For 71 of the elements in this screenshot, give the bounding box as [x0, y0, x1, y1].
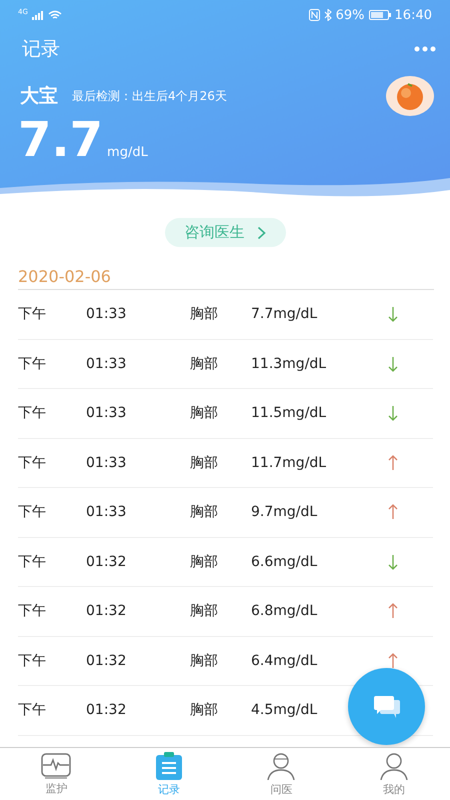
consult-doctor-button[interactable]: 咨询医生 — [164, 218, 286, 247]
reading-cell-text: 9.7mg/dL — [251, 504, 318, 520]
time-cell-text: 01:33 — [86, 504, 128, 520]
time-cell-text: 01:32 — [86, 603, 128, 620]
site-cell-text: 胸部 — [190, 454, 219, 472]
user-icon — [378, 752, 409, 780]
page-title: 记录 — [22, 37, 60, 62]
baby-name: 大宝 — [20, 84, 58, 109]
time-cell-text: 01:32 — [86, 554, 128, 570]
up-arrow-icon — [388, 603, 398, 620]
latest-value: 7.7 — [18, 116, 104, 164]
time-cell-text: 01:32 — [86, 702, 128, 718]
bluetooth-icon — [324, 9, 332, 21]
period-cell-text: 下午 — [18, 404, 47, 422]
period-cell-text: 下午 — [18, 652, 47, 670]
unit-label: mg/dL — [107, 145, 148, 162]
site-cell-text: 胸部 — [190, 552, 219, 571]
site-cell-text: 胸部 — [190, 602, 219, 620]
nfc-icon — [308, 9, 320, 21]
reading-cell-text: 11.3mg/dL — [251, 356, 328, 372]
last-check-text: 最后检测：出生后4个月26天 — [72, 88, 227, 104]
time-cell-text: 01:33 — [86, 405, 128, 422]
reading-cell-text: 7.7mg/dL — [251, 306, 318, 322]
reading-cell-text: 11.7mg/dL — [251, 454, 328, 471]
battery-percent: 69% — [336, 8, 365, 22]
chevron-icon — [256, 226, 266, 240]
reading-cell-text: 6.4mg/dL — [251, 652, 318, 669]
site-cell-text: 胸部 — [190, 354, 219, 373]
period-cell-text: 下午 — [18, 602, 47, 620]
signal-icon — [32, 10, 44, 20]
fruit-avatar-icon[interactable] — [386, 76, 434, 116]
period-cell-text: 下午 — [18, 552, 47, 571]
period-cell-text: 下午 — [18, 305, 47, 324]
clipboard-icon — [154, 752, 183, 780]
period-cell-text: 下午 — [18, 354, 47, 373]
down-arrow-icon — [388, 405, 398, 422]
reading-cell-text: 6.8mg/dL — [251, 603, 318, 620]
up-arrow-icon — [388, 652, 398, 669]
reading-cell-text: 4.5mg/dL — [251, 702, 318, 718]
down-arrow-icon — [388, 356, 398, 372]
up-arrow-icon — [388, 454, 398, 471]
time-cell-text: 01:33 — [86, 454, 128, 471]
up-arrow-icon — [388, 504, 398, 520]
heartbeat-monitor-icon — [41, 752, 72, 778]
date-heading: 2020-02-06 — [18, 267, 434, 290]
period-cell-text: 下午 — [18, 701, 47, 720]
tab[interactable]: 我的 — [338, 748, 450, 800]
site-cell-text: 胸部 — [190, 404, 219, 422]
period-cell-text: 下午 — [18, 503, 47, 522]
time-cell-text: 01:33 — [86, 306, 128, 322]
tab[interactable]: 记录 — [112, 748, 225, 800]
down-arrow-icon — [388, 554, 398, 570]
time-cell-text: 01:33 — [86, 356, 128, 372]
reading-cell-text: 6.6mg/dL — [251, 554, 318, 570]
reading-cell-text: 11.5mg/dL — [251, 405, 328, 422]
tab[interactable]: 监护 — [0, 748, 112, 800]
more-icon[interactable] — [414, 46, 436, 52]
site-cell-text: 胸部 — [190, 652, 219, 670]
site-cell-text: 胸部 — [190, 305, 219, 324]
battery-icon — [368, 10, 391, 20]
chat-button[interactable] — [348, 668, 425, 745]
chat-icon — [372, 694, 402, 720]
down-arrow-icon — [388, 306, 398, 322]
tab[interactable]: 问医 — [225, 748, 338, 800]
site-cell-text: 胸部 — [190, 503, 219, 522]
time-cell-text: 01:32 — [86, 652, 128, 669]
wifi-icon — [48, 10, 62, 20]
doctor-icon — [266, 752, 296, 780]
period-cell-text: 下午 — [18, 454, 47, 472]
clock: 16:40 — [394, 8, 432, 22]
site-cell-text: 胸部 — [190, 701, 219, 720]
